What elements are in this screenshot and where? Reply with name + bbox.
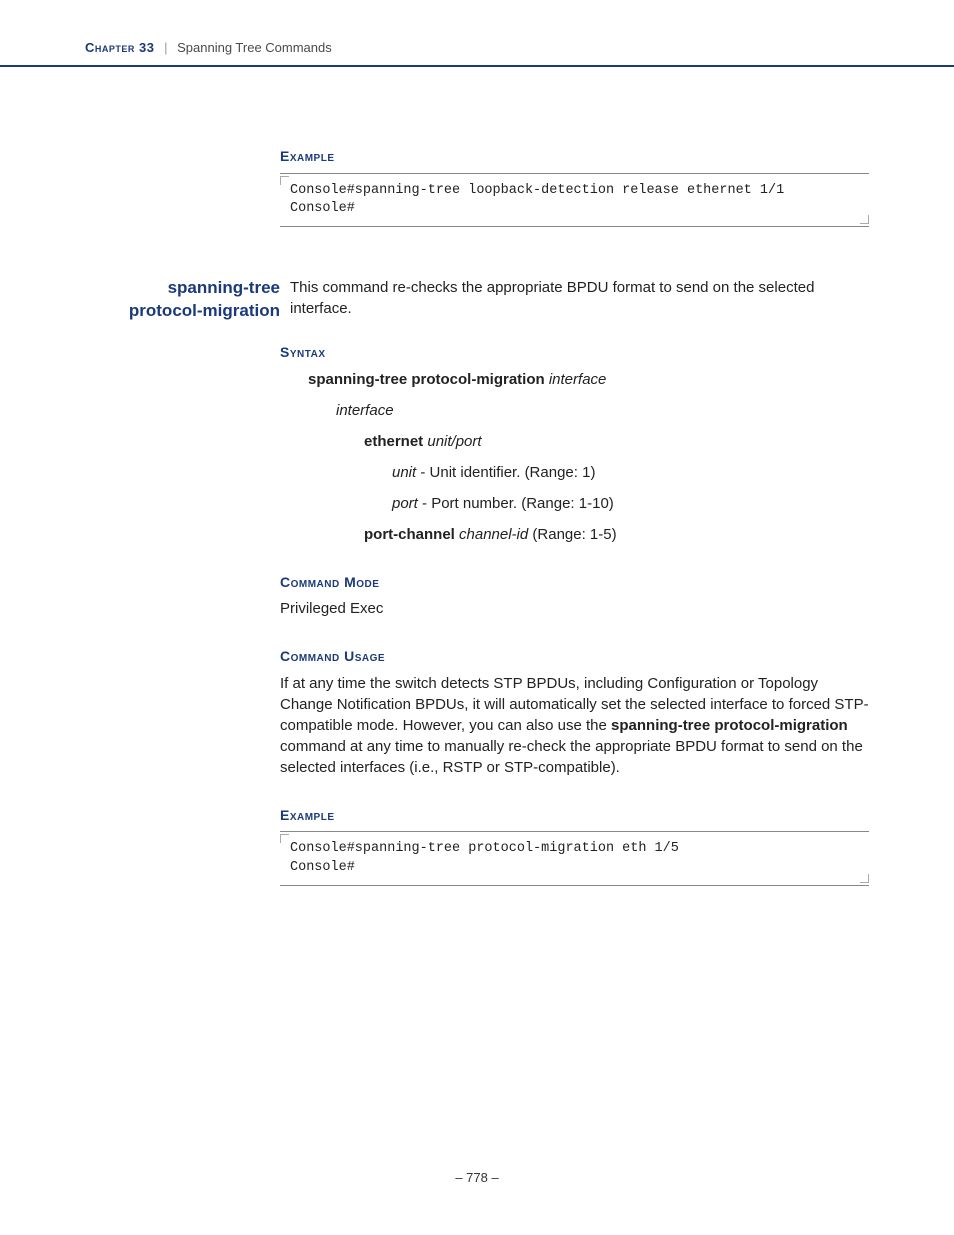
command-mode-heading: Command Mode [280, 573, 869, 593]
command-name-line1: spanning-tree [168, 278, 280, 297]
example-block-2: Example Console#spanning-tree protocol-m… [280, 806, 869, 886]
syntax-port-desc: - Port number. (Range: 1-10) [418, 495, 614, 512]
example-heading-1: Example [280, 147, 869, 167]
example-heading-2: Example [280, 806, 869, 826]
usage-post: command at any time to manually re-check… [280, 738, 863, 776]
header-text: Chapter 33 | Spanning Tree Commands [85, 40, 869, 65]
syntax-portchannel-line: port-channel channel-id (Range: 1-5) [364, 524, 869, 545]
syntax-port-label: port [392, 495, 418, 512]
command-name-line2: protocol-migration [129, 301, 280, 320]
syntax-cmd-arg: interface [549, 371, 607, 388]
command-description: This command re-checks the appropriate B… [290, 277, 869, 319]
code-block-1: Console#spanning-tree loopback-detection… [280, 173, 869, 227]
syntax-command-line: spanning-tree protocol-migration interfa… [308, 369, 869, 390]
command-usage-block: Command Usage If at any time the switch … [280, 647, 869, 778]
syntax-portchannel-bold: port-channel [364, 526, 455, 543]
syntax-unit-label: unit [392, 464, 416, 481]
syntax-cmd-bold: spanning-tree protocol-migration [308, 371, 545, 388]
syntax-ethernet-line: ethernet unit/port [364, 431, 869, 452]
usage-bold: spanning-tree protocol-migration [611, 717, 848, 734]
page-footer: – 778 – [0, 1170, 954, 1185]
syntax-ethernet-bold: ethernet [364, 433, 423, 450]
syntax-unit-line: unit - Unit identifier. (Range: 1) [392, 462, 869, 483]
content-area: Example Console#spanning-tree loopback-d… [0, 67, 954, 886]
syntax-block: Syntax spanning-tree protocol-migration … [280, 343, 869, 545]
command-name: spanning-tree protocol-migration [85, 277, 290, 323]
command-mode-block: Command Mode Privileged Exec [280, 573, 869, 620]
chapter-number: Chapter 33 [85, 40, 154, 55]
syntax-interface-label: interface [336, 400, 869, 421]
syntax-portchannel-desc: (Range: 1-5) [528, 526, 616, 543]
example-block-1: Example Console#spanning-tree loopback-d… [280, 147, 869, 227]
page-number: – 778 – [455, 1170, 498, 1185]
page-header: Chapter 33 | Spanning Tree Commands [0, 40, 954, 67]
code-block-2: Console#spanning-tree protocol-migration… [280, 831, 869, 885]
syntax-portchannel-arg: channel-id [459, 526, 528, 543]
command-header-row: spanning-tree protocol-migration This co… [85, 277, 869, 323]
command-mode-text: Privileged Exec [280, 598, 869, 619]
command-usage-heading: Command Usage [280, 647, 869, 667]
chapter-separator: | [164, 40, 167, 55]
syntax-content: spanning-tree protocol-migration interfa… [308, 369, 869, 545]
syntax-heading: Syntax [280, 343, 869, 363]
syntax-unit-desc: - Unit identifier. (Range: 1) [416, 464, 595, 481]
syntax-ethernet-args: unit/port [427, 433, 481, 450]
page-container: Chapter 33 | Spanning Tree Commands Exam… [0, 0, 954, 1235]
chapter-title: Spanning Tree Commands [177, 40, 332, 55]
syntax-port-line: port - Port number. (Range: 1-10) [392, 493, 869, 514]
command-usage-text: If at any time the switch detects STP BP… [280, 673, 869, 778]
